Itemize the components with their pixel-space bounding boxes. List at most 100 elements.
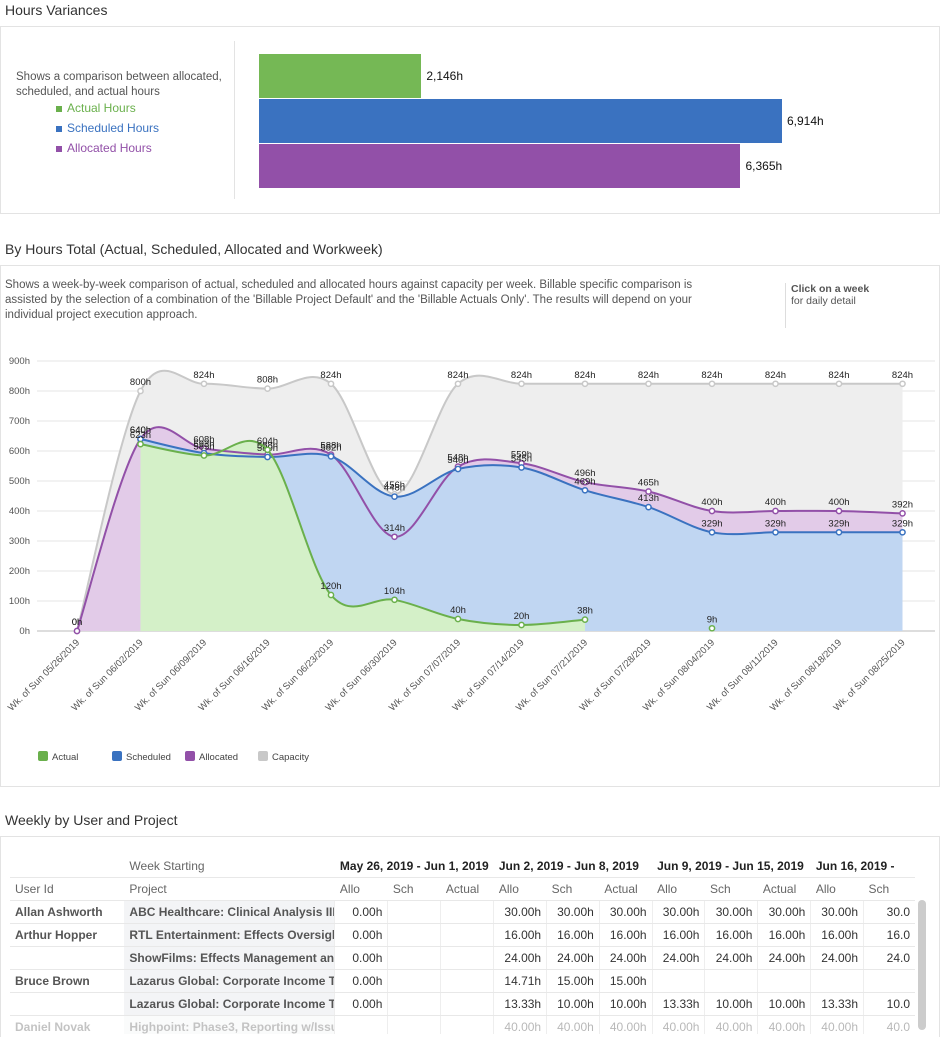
- allocated-point[interactable]: [391, 533, 398, 541]
- vertical-scrollbar[interactable]: [918, 900, 926, 1030]
- legend-capacity[interactable]: Capacity: [258, 751, 309, 763]
- legend-scheduled[interactable]: Scheduled: [112, 751, 171, 763]
- hours-cell: [440, 969, 494, 993]
- table-row[interactable]: Daniel Novak Highpoint: Phase3, Reporting…: [10, 1015, 915, 1034]
- scheduled-point[interactable]: [264, 453, 271, 461]
- hours-cell: [387, 992, 441, 1016]
- table-row[interactable]: ShowFilms: Effects Management and 0.00h 24…: [10, 946, 915, 970]
- scheduled-point[interactable]: [518, 464, 525, 471]
- table-row[interactable]: Lazarus Global: Corporate Income Ta 0.00h…: [10, 992, 915, 1016]
- actual-point[interactable]: [708, 624, 716, 632]
- project-cell[interactable]: ShowFilms: Effects Management and: [124, 946, 335, 970]
- actual-point[interactable]: [581, 616, 589, 623]
- capacity-point[interactable]: [645, 380, 652, 388]
- hours-cell: 13.33h: [493, 992, 547, 1016]
- hours-cell: 16.00h: [546, 923, 600, 947]
- capacity-point[interactable]: [899, 380, 906, 388]
- legend-scheduled-hours[interactable]: Scheduled Hours: [56, 121, 159, 135]
- legend-actual[interactable]: Actual: [38, 751, 78, 763]
- scheduled-point[interactable]: [454, 465, 462, 473]
- capacity-point[interactable]: [708, 380, 716, 388]
- capacity-point[interactable]: [835, 380, 843, 388]
- project-cell[interactable]: RTL Entertainment: Effects Oversight: [124, 923, 335, 947]
- hours-chart[interactable]: 0h 100h 200h 300h 400h 500h 600h 700h 800h 900h 0h…: [0, 340, 940, 780]
- allocated-point[interactable]: [835, 507, 843, 515]
- x-tick-label: Wk. of Sun 07/28/2019: [577, 637, 653, 713]
- scheduled-point[interactable]: [645, 503, 652, 511]
- actual-point[interactable]: [137, 440, 144, 448]
- scheduled-point[interactable]: [772, 528, 779, 536]
- data-label: 540h: [447, 455, 468, 466]
- project-cell[interactable]: Lazarus Global: Corporate Income Ta: [124, 969, 335, 993]
- scheduled-point[interactable]: [327, 453, 335, 460]
- hours-cell: [651, 969, 705, 993]
- user-cell: Arthur Hopper: [10, 923, 125, 947]
- hours-total-description: Shows a week-by-week comparison of actua…: [5, 279, 693, 321]
- allocated-point[interactable]: [708, 507, 716, 515]
- actual-point[interactable]: [518, 621, 525, 629]
- actual-point[interactable]: [454, 615, 462, 623]
- scheduled-point[interactable]: [835, 528, 843, 536]
- legend-swatch: [258, 751, 268, 761]
- data-label: 824h: [447, 370, 468, 381]
- capacity-point[interactable]: [581, 380, 589, 388]
- table-row[interactable]: Bruce Brown Lazarus Global: Corporate Inc…: [10, 969, 915, 993]
- hours-cell: 24.00h: [651, 946, 705, 970]
- variance-bar[interactable]: [259, 144, 741, 188]
- allocated-point[interactable]: [73, 627, 81, 635]
- scheduled-point[interactable]: [899, 528, 906, 536]
- data-label: 824h: [511, 370, 532, 381]
- x-tick-label: Wk. of Sun 08/04/2019: [641, 637, 717, 713]
- hours-cell: [387, 969, 441, 993]
- table-row[interactable]: Allan Ashworth ABC Healthcare: Clinical A…: [10, 900, 915, 924]
- x-tick-label: Wk. of Sun 07/07/2019: [387, 637, 463, 713]
- capacity-point[interactable]: [327, 380, 335, 388]
- scheduled-point[interactable]: [708, 528, 716, 536]
- legend-actual-hours[interactable]: Actual Hours: [56, 101, 136, 115]
- scheduled-point[interactable]: [581, 486, 589, 494]
- data-label: 824h: [574, 370, 595, 381]
- x-tick-label: Wk. of Sun 06/23/2019: [260, 637, 336, 713]
- allocated-point[interactable]: [899, 510, 906, 517]
- capacity-point[interactable]: [200, 380, 208, 388]
- hours-variances-title: Hours Variances: [5, 2, 108, 18]
- capacity-point[interactable]: [454, 380, 462, 388]
- project-cell[interactable]: Highpoint: Phase3, Reporting w/Issu: [124, 1015, 335, 1034]
- data-label: 800h: [130, 377, 151, 388]
- hours-total-title: By Hours Total (Actual, Scheduled, Alloc…: [5, 241, 383, 257]
- week-header: Jun 9, 2019 - Jun 15, 2019: [652, 855, 811, 878]
- hours-cell: 16.0: [863, 923, 915, 947]
- actual-point[interactable]: [200, 452, 208, 459]
- capacity-point[interactable]: [518, 380, 525, 388]
- legend-allocated-hours[interactable]: Allocated Hours: [56, 141, 152, 155]
- hours-cell: 40.00h: [810, 1015, 864, 1034]
- capacity-point[interactable]: [772, 380, 779, 388]
- square-icon: [56, 105, 62, 112]
- variance-bar[interactable]: [259, 99, 782, 143]
- hours-cell: 0.00h: [334, 900, 388, 924]
- legend-allocated[interactable]: Allocated: [185, 751, 238, 763]
- capacity-point[interactable]: [264, 385, 271, 392]
- table-row[interactable]: Arthur Hopper RTL Entertainment: Effects …: [10, 923, 915, 947]
- legend-label: Scheduled: [126, 752, 171, 763]
- actual-point[interactable]: [327, 591, 335, 599]
- scheduled-point[interactable]: [391, 493, 398, 500]
- column-header: Allo: [334, 877, 388, 901]
- variance-bar[interactable]: [259, 54, 422, 98]
- hours-cell: 30.0: [863, 900, 915, 924]
- hours-cell: 13.33h: [810, 992, 864, 1016]
- project-cell[interactable]: ABC Healthcare: Clinical Analysis III: [124, 900, 335, 924]
- actual-point[interactable]: [391, 596, 398, 604]
- data-label: 824h: [828, 370, 849, 381]
- hours-cell: 10.00h: [598, 992, 653, 1016]
- hours-cell: [810, 969, 864, 993]
- project-cell[interactable]: Lazarus Global: Corporate Income Ta: [124, 992, 335, 1016]
- hours-cell: [387, 1015, 441, 1034]
- week-starting-label: Week Starting: [124, 855, 335, 878]
- capacity-point[interactable]: [137, 387, 144, 395]
- hours-cell: 40.00h: [598, 1015, 653, 1034]
- allocated-point[interactable]: [772, 507, 779, 515]
- data-label: 329h: [701, 518, 722, 529]
- hours-cell: 30.00h: [546, 900, 600, 924]
- actual-point[interactable]: [264, 446, 271, 454]
